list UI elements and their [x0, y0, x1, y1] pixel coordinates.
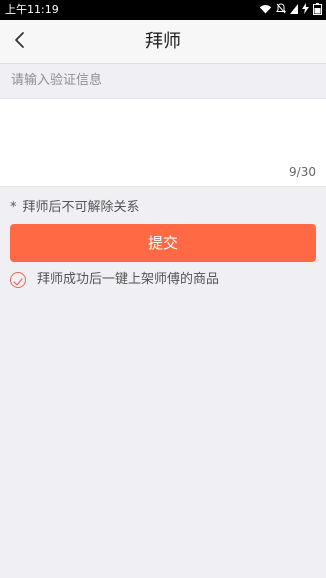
submit-button[interactable]: 提交: [10, 224, 316, 262]
char-counter: 9/30: [289, 165, 316, 179]
wifi-icon: [259, 4, 272, 17]
verification-input-box: 9/30: [0, 98, 326, 187]
notice-text: 拜师后不可解除关系: [22, 200, 140, 215]
status-bar: 上午11:19: [0, 0, 326, 20]
list-goods-option[interactable]: 拜师成功后一键上架师傅的商品: [10, 270, 219, 290]
charging-icon: [302, 3, 309, 17]
signal-icon: [290, 3, 298, 17]
verification-input[interactable]: [0, 99, 326, 186]
list-goods-label: 拜师成功后一键上架师傅的商品: [37, 272, 220, 287]
mute-icon: [276, 3, 286, 17]
notice-asterisk: *: [10, 200, 17, 215]
status-time: 上午11:19: [5, 3, 59, 16]
page-title: 拜师: [145, 31, 181, 52]
notice: * 拜师后不可解除关系: [10, 199, 140, 217]
verification-label: 请输入验证信息: [11, 73, 103, 88]
nav-bar: 拜师: [0, 20, 326, 64]
check-icon: [13, 271, 23, 290]
list-goods-checkbox[interactable]: [10, 272, 26, 288]
status-icons: [259, 2, 322, 18]
nav-divider: [0, 63, 326, 64]
battery-icon: [313, 2, 322, 18]
back-button[interactable]: [4, 26, 36, 58]
back-arrow-icon: [13, 31, 27, 53]
